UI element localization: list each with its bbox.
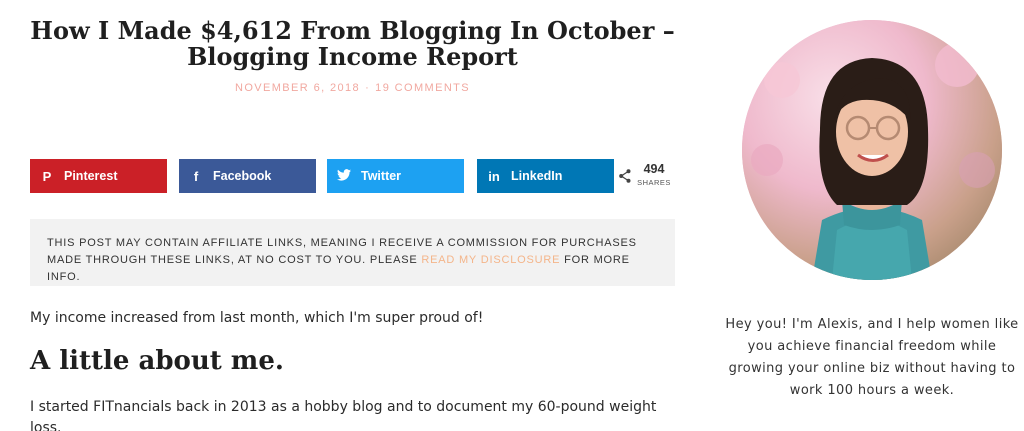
linkedin-icon: in — [488, 168, 500, 184]
post-meta: NOVEMBER 6, 2018 · 19 COMMENTS — [30, 82, 675, 94]
disclosure-link[interactable]: read my disclosure — [421, 254, 560, 266]
intro-paragraph: My income increased from last month, whi… — [30, 310, 484, 326]
facebook-share-button[interactable]: f Facebook — [179, 159, 316, 193]
pinterest-share-button[interactable]: P Pinterest — [30, 159, 167, 193]
section-heading: A little about me. — [30, 346, 284, 376]
share-count: 494 SHARES — [619, 161, 675, 191]
author-bio: Hey you! I'm Alexis, and I help women li… — [725, 317, 1019, 398]
share-bar: P Pinterest f Facebook Twitter in Linked… — [30, 159, 675, 193]
share-count-label: SHARES — [637, 178, 671, 187]
sidebar: Hey you! I'm Alexis, and I help women li… — [720, 0, 1024, 431]
facebook-icon: f — [193, 168, 199, 184]
facebook-label: Facebook — [213, 169, 272, 183]
twitter-share-button[interactable]: Twitter — [327, 159, 464, 193]
post-date: NOVEMBER 6, 2018 — [234, 82, 361, 94]
meta-separator: · — [365, 82, 371, 94]
pinterest-icon: P — [42, 168, 52, 184]
post-title: How I Made $4,612 From Blogging In Octob… — [30, 16, 675, 71]
share-icon — [619, 169, 631, 183]
twitter-icon — [327, 168, 361, 184]
comments-link[interactable]: 19 COMMENTS — [375, 82, 470, 94]
author-avatar — [742, 20, 1002, 280]
linkedin-share-button[interactable]: in LinkedIn — [477, 159, 614, 193]
affiliate-disclosure: This post may contain affiliate links, m… — [30, 219, 675, 286]
twitter-label: Twitter — [361, 169, 402, 183]
main-content: How I Made $4,612 From Blogging In Octob… — [30, 16, 675, 431]
about-paragraph: I started FITnancials back in 2013 as a … — [30, 399, 657, 431]
linkedin-label: LinkedIn — [511, 169, 563, 183]
share-count-number: 494 — [643, 162, 665, 176]
pinterest-label: Pinterest — [64, 169, 118, 183]
